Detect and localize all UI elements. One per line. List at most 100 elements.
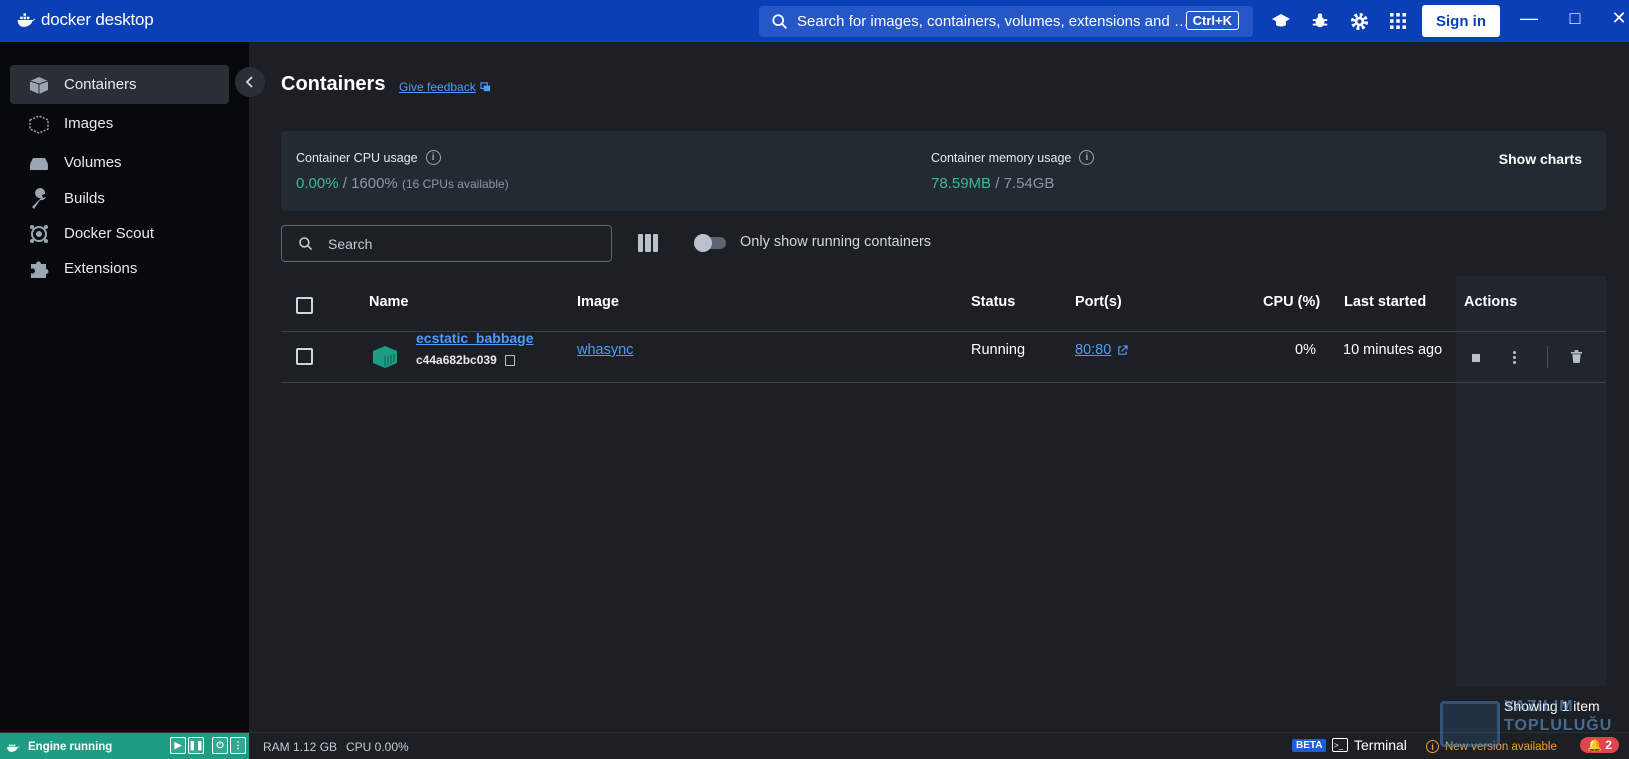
memory-total: 7.54GB [1003, 175, 1055, 192]
chevron-left-icon [245, 76, 253, 88]
usage-panel: Container CPU usage i 0.00% / 1600% (16 … [281, 131, 1606, 211]
give-feedback-link[interactable]: Give feedback [399, 80, 491, 94]
info-icon[interactable]: i [1079, 150, 1095, 165]
minimize-icon[interactable]: — [1514, 8, 1544, 29]
scout-icon [28, 223, 50, 245]
cpu-usage-label: Container CPU usage [296, 150, 418, 165]
sidebar-item-containers[interactable]: Containers [10, 65, 229, 104]
table-header: Name Image Status Port(s) CPU (%) Last s… [281, 276, 1606, 332]
running-only-label: Only show running containers [740, 234, 932, 250]
engine-controls: ▶ ❚❚ ⏻ ⋮ [170, 737, 246, 754]
column-header-image[interactable]: Image [577, 294, 619, 310]
global-search[interactable]: Search for images, containers, volumes, … [759, 6, 1253, 37]
terminal-button[interactable]: >_ Terminal [1332, 737, 1407, 753]
column-header-last-started[interactable]: Last started [1344, 294, 1426, 310]
action-divider [1547, 346, 1548, 368]
status-badge: Running [971, 342, 1026, 358]
volumes-icon [28, 152, 50, 174]
watermark-text: YAZILIM TOPLULUĞU [1504, 697, 1612, 735]
power-icon[interactable]: ⏻ [212, 737, 228, 754]
maximize-icon[interactable]: □ [1560, 8, 1590, 29]
engine-status-label: Engine running [28, 740, 113, 753]
more-options-icon[interactable]: ⋮ [230, 737, 246, 754]
stop-icon[interactable] [1472, 354, 1480, 362]
memory-usage-label: Container memory usage [931, 150, 1072, 165]
memory-separator: / [991, 175, 1004, 192]
sidebar-item-docker-scout[interactable]: Docker Scout [10, 214, 229, 253]
docker-whale-icon [7, 744, 20, 752]
sidebar-item-label: Images [64, 115, 114, 132]
info-icon[interactable]: i [425, 150, 441, 165]
grid-icon[interactable] [1388, 11, 1408, 31]
sidebar-item-volumes[interactable]: Volumes [10, 143, 229, 182]
docker-whale-icon [17, 13, 36, 27]
shortcut-badge: Ctrl+K [1185, 11, 1239, 30]
engine-status[interactable]: Engine running ▶ ❚❚ ⏻ ⋮ [0, 733, 249, 759]
image-link[interactable]: whasync [577, 342, 633, 358]
search-icon [299, 236, 313, 250]
column-header-cpu[interactable]: CPU (%) [1263, 294, 1320, 310]
sidebar-item-builds[interactable]: Builds [10, 179, 229, 218]
memory-used: 78.59MB [931, 175, 992, 192]
pause-icon[interactable]: ❚❚ [188, 737, 204, 754]
sign-in-button[interactable]: Sign in [1422, 5, 1500, 37]
show-charts-button[interactable]: Show charts [1499, 151, 1582, 167]
page-title: Containers [281, 73, 386, 95]
more-options-icon[interactable] [1513, 351, 1516, 364]
last-started: 10 minutes ago [1343, 342, 1443, 358]
table-row[interactable]: ecstatic_babbage c44a682bc039 whasync Ru… [281, 330, 1606, 383]
port-link[interactable]: 80:80 [1075, 342, 1128, 358]
warning-icon: i [1426, 740, 1439, 753]
sidebar: Containers Images Volumes Builds Docker … [0, 42, 249, 732]
container-search-input[interactable]: Search [281, 225, 612, 262]
sidebar-item-images[interactable]: Images [10, 104, 229, 143]
collapse-sidebar-button[interactable] [235, 67, 265, 97]
trash-icon[interactable] [1571, 350, 1582, 363]
beta-badge: BETA [1292, 739, 1327, 752]
sidebar-item-label: Volumes [64, 154, 122, 171]
terminal-label: Terminal [1354, 737, 1407, 753]
search-icon [772, 13, 787, 29]
search-placeholder: Search [328, 235, 373, 252]
docker-logo[interactable]: docker desktop [16, 10, 154, 30]
wrench-icon [28, 187, 50, 210]
select-all-checkbox[interactable] [296, 297, 313, 314]
watermark-logo: YAZILIM TOPLULUĞU [1440, 697, 1629, 757]
learn-icon[interactable] [1271, 11, 1291, 31]
cpu-percent: 0% [1295, 342, 1316, 358]
cpu-used: 0.00% [296, 175, 339, 192]
column-header-name[interactable]: Name [369, 294, 409, 310]
containers-icon [28, 74, 50, 96]
columns-icon[interactable] [638, 234, 658, 252]
copy-icon[interactable] [504, 354, 515, 366]
sidebar-item-extensions[interactable]: Extensions [10, 249, 229, 288]
container-name-link[interactable]: ecstatic_babbage [416, 330, 534, 346]
column-header-status[interactable]: Status [971, 294, 1015, 310]
brand-name: docker desktop [41, 10, 154, 29]
close-icon[interactable]: ✕ [1604, 8, 1629, 29]
cpu-usage-value: 0.00% / 1600% (16 CPUs available) [296, 175, 509, 192]
container-running-icon [373, 346, 397, 368]
watermark-line-2: TOPLULUĞU [1504, 717, 1613, 734]
cpu-separator: / [338, 175, 352, 192]
play-icon[interactable]: ▶ [170, 737, 186, 754]
cpu-usage: CPU 0.00% [346, 740, 409, 754]
running-only-toggle[interactable] [694, 234, 726, 252]
container-id-text: c44a682bc039 [416, 353, 497, 367]
bug-icon[interactable] [1310, 11, 1330, 31]
external-link-icon [1118, 344, 1128, 355]
puzzle-icon [28, 258, 50, 280]
row-checkbox[interactable] [296, 348, 313, 365]
cpu-note: (16 CPUs available) [401, 177, 509, 191]
sidebar-item-label: Extensions [64, 260, 138, 277]
settings-icon[interactable] [1349, 11, 1369, 31]
cpu-total: 1600% [351, 175, 398, 192]
memory-usage-value: 78.59MB / 7.54GB [931, 175, 1054, 192]
monitor-icon [1440, 701, 1500, 747]
sidebar-item-label: Builds [64, 190, 105, 207]
watermark-line-1: YAZILIM [1504, 698, 1574, 715]
top-bar: docker desktop Search for images, contai… [0, 0, 1629, 42]
column-header-ports[interactable]: Port(s) [1075, 294, 1122, 310]
chat-icon [480, 81, 490, 91]
global-search-text: Search for images, containers, volumes, … [797, 13, 1189, 30]
